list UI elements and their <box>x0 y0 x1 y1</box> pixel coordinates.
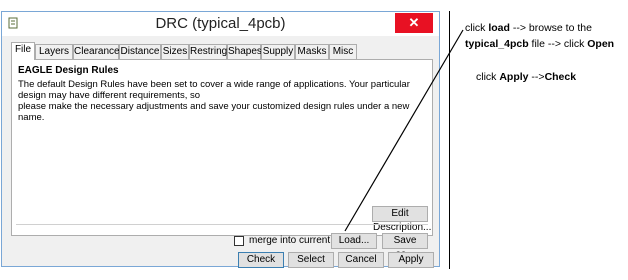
tab-clearance[interactable]: Clearance <box>73 44 120 59</box>
apply-button[interactable]: Apply <box>388 252 434 268</box>
design-rules-heading: EAGLE Design Rules <box>18 65 119 76</box>
tab-supply[interactable]: Supply <box>261 44 295 59</box>
instruction-line-1: click load --> browse to the <box>465 22 592 34</box>
instruction-line-3: click Apply -->Check <box>476 71 576 83</box>
instr1-suffix: --> browse to the <box>509 22 592 34</box>
description-line-1: The default Design Rules have been set t… <box>18 79 410 101</box>
tab-file[interactable]: File <box>11 42 35 60</box>
title-bar: DRC (typical_4pcb) ✕ <box>2 12 439 36</box>
tab-sizes[interactable]: Sizes <box>161 44 189 59</box>
tab-masks[interactable]: Masks <box>295 44 329 59</box>
instr3-mid: --> <box>528 71 545 83</box>
description-line-2: please make the necessary adjustments an… <box>18 101 410 123</box>
close-icon: ✕ <box>408 15 420 30</box>
tab-misc[interactable]: Misc <box>329 44 357 59</box>
check-button[interactable]: Check <box>238 252 284 268</box>
instr2-open: Open <box>587 38 615 50</box>
instr3-check: Check <box>544 71 577 83</box>
separator-line <box>449 11 450 269</box>
instr3-apply: Apply <box>499 71 529 83</box>
window-title: DRC (typical_4pcb) <box>155 15 286 32</box>
tab-restring[interactable]: Restring <box>189 44 227 59</box>
instr1-prefix: click <box>465 22 489 34</box>
instr2-file: typical_4pcb <box>465 38 529 50</box>
cancel-button[interactable]: Cancel <box>338 252 384 268</box>
tab-distance[interactable]: Distance <box>119 44 161 59</box>
tab-shapes[interactable]: Shapes <box>227 44 262 59</box>
tab-layers[interactable]: Layers <box>35 44 73 59</box>
instruction-line-2: typical_4pcb file --> click Open <box>465 38 614 50</box>
close-button[interactable]: ✕ <box>395 13 433 33</box>
drc-window: DRC (typical_4pcb) ✕ File Layers Clearan… <box>1 11 440 268</box>
panel-divider <box>16 224 428 225</box>
edit-description-button[interactable]: Edit Description... <box>372 206 431 233</box>
select-button[interactable]: Select <box>288 252 334 268</box>
load-button[interactable]: Load... <box>331 233 377 249</box>
save-as-button[interactable]: Save as... <box>382 233 428 260</box>
file-tab-panel: EAGLE Design Rules The default Design Ru… <box>11 59 433 260</box>
merge-checkbox[interactable] <box>234 236 244 246</box>
design-rules-description: The default Design Rules have been set t… <box>18 79 428 123</box>
instr3-prefix: click <box>476 71 500 83</box>
instr2-mid: file --> click <box>528 38 588 50</box>
instr1-load: load <box>488 22 510 34</box>
